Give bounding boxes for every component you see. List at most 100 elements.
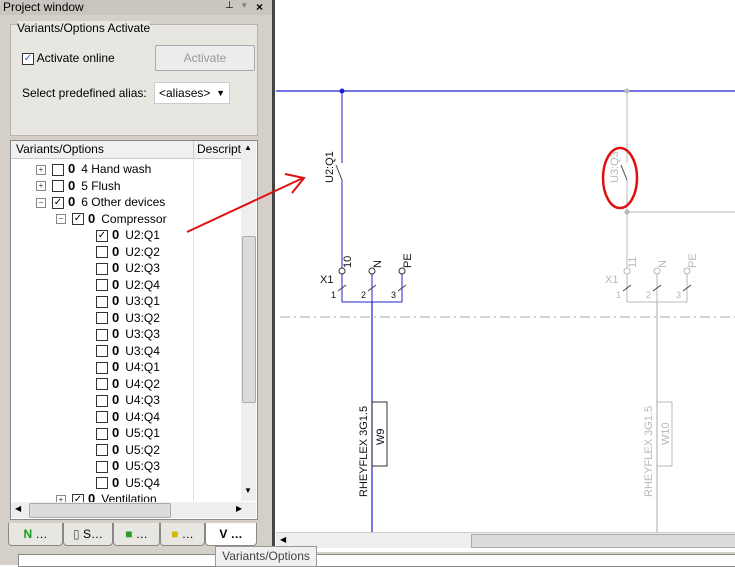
scroll-thumb[interactable] — [471, 534, 735, 548]
checkbox[interactable]: ✓ — [72, 213, 84, 226]
dropdown-icon[interactable]: ▾ — [242, 0, 247, 11]
activation-group: Variants/Options Activate — [10, 21, 258, 136]
terminal — [683, 267, 691, 275]
variant-icon: 0 — [68, 177, 76, 193]
tree-item[interactable]: 0 U4:Q2 — [96, 376, 160, 392]
checkbox[interactable] — [52, 163, 64, 176]
scroll-down-icon[interactable]: ▼ — [244, 486, 252, 495]
pin-label: 1 — [616, 290, 621, 300]
tree-item[interactable]: − ✓ 0 Compressor — [56, 211, 167, 227]
tab[interactable]: V … — [205, 523, 257, 546]
tab-label: V … — [219, 527, 243, 541]
scroll-left-icon[interactable]: ◀ — [280, 535, 286, 544]
tree-item[interactable]: 0 U2:Q3 — [96, 260, 160, 276]
horizontal-scrollbar[interactable]: ◀ ▶ — [11, 502, 256, 518]
variant-icon: 0 — [112, 458, 120, 473]
tree-item[interactable]: 0 U5:Q4 — [96, 475, 160, 491]
variant-icon: 0 — [112, 227, 120, 242]
checkbox[interactable] — [96, 444, 108, 457]
variant-icon: 0 — [112, 474, 120, 490]
status-strip — [0, 552, 735, 567]
scroll-thumb[interactable] — [29, 503, 171, 518]
close-icon[interactable]: × — [256, 0, 263, 14]
scroll-up-icon[interactable]: ▲ — [244, 143, 252, 152]
tree-item[interactable]: +0 4 Hand wash — [36, 161, 151, 177]
checkbox[interactable] — [96, 411, 108, 424]
tree-item[interactable]: 0 U4:Q4 — [96, 409, 160, 425]
tab[interactable]: N … — [8, 523, 63, 546]
tree-item[interactable]: 0 U5:Q3 — [96, 458, 160, 474]
splitter[interactable] — [272, 0, 275, 552]
pin-tick — [337, 284, 347, 292]
tree-item-label: U5:Q3 — [125, 459, 160, 473]
checkbox[interactable] — [96, 279, 108, 292]
tree-item[interactable]: ✓ 0 U2:Q1 — [96, 227, 160, 243]
terminal-label: 11 — [627, 257, 639, 268]
expand-icon[interactable]: + — [36, 181, 46, 192]
checkbox[interactable] — [96, 394, 108, 407]
column-variants[interactable]: Variants/Options — [16, 142, 104, 156]
column-description[interactable]: Descriptic — [197, 142, 241, 156]
variant-icon: 0 — [112, 276, 120, 292]
variant-icon: 0 — [88, 210, 96, 226]
alias-label: Select predefined alias: — [22, 86, 147, 100]
pin-icon[interactable]: ⊥ — [225, 0, 234, 11]
tree-item-label: U5:Q2 — [125, 442, 160, 457]
tab-label: … — [35, 527, 48, 541]
tree-item[interactable]: 0 U3:Q2 — [96, 310, 160, 326]
group-title: Variants/Options Activate — [17, 21, 151, 35]
alias-select[interactable]: <aliases> ▼ — [154, 82, 230, 104]
checkbox[interactable] — [96, 312, 108, 325]
scroll-left-icon[interactable]: ◀ — [15, 504, 21, 513]
tree-item[interactable]: 0 U2:Q2 — [96, 244, 160, 260]
checkbox[interactable]: ✓ — [22, 52, 34, 65]
checkbox[interactable] — [96, 460, 108, 473]
tree-item-label: U3:Q1 — [125, 294, 160, 308]
checkbox[interactable] — [96, 427, 108, 440]
collapse-icon[interactable]: − — [56, 214, 66, 225]
variant-icon: 0 — [68, 194, 76, 209]
activate-online-checkbox[interactable]: ✓ Activate online — [22, 51, 115, 65]
tree-item[interactable]: 0 U2:Q4 — [96, 277, 160, 293]
checkbox[interactable] — [96, 328, 108, 341]
variant-icon: 0 — [68, 161, 76, 176]
tree-item[interactable]: 0 U3:Q3 — [96, 326, 160, 342]
tree-item[interactable]: 0 U5:Q1 — [96, 425, 160, 441]
checkbox[interactable] — [52, 180, 64, 193]
checkbox[interactable]: ✓ — [96, 229, 108, 242]
checkbox[interactable] — [96, 477, 108, 490]
command-input[interactable] — [18, 554, 735, 567]
vertical-scrollbar[interactable]: ▲ ▼ — [241, 141, 256, 501]
checkbox[interactable] — [96, 295, 108, 308]
checkbox[interactable] — [96, 378, 108, 391]
tab[interactable]: ■ … — [113, 523, 160, 546]
tab[interactable]: ▯ S… — [63, 523, 113, 546]
cable-label: W10 — [660, 422, 672, 445]
variant-icon: 0 — [112, 375, 120, 391]
variant-icon: 0 — [112, 342, 120, 358]
tree-item[interactable]: 0 U3:Q4 — [96, 343, 160, 359]
tree-item-label: U3:Q4 — [125, 343, 160, 358]
tree-item[interactable]: +0 5 Flush — [36, 178, 121, 194]
switch-contact — [620, 164, 628, 181]
variant-icon: 0 — [112, 243, 120, 259]
scroll-right-icon[interactable]: ▶ — [236, 504, 242, 513]
activate-button[interactable]: Activate — [155, 45, 255, 71]
tree-item[interactable]: 0 U4:Q3 — [96, 392, 160, 408]
checkbox[interactable] — [96, 361, 108, 374]
tree-item[interactable]: 0 U5:Q2 — [96, 442, 160, 458]
tree-item[interactable]: 0 U3:Q1 — [96, 293, 160, 309]
collapse-icon[interactable]: − — [36, 197, 46, 208]
cable-box — [656, 401, 673, 467]
highlight-ellipse — [601, 146, 639, 210]
tree-item[interactable]: 0 U4:Q1 — [96, 359, 160, 375]
tab[interactable]: ■ … — [160, 523, 205, 546]
tree-item[interactable]: − ✓ 0 6 Other devices — [36, 194, 165, 210]
expand-icon[interactable]: + — [36, 164, 46, 175]
checkbox[interactable] — [96, 345, 108, 358]
canvas-horizontal-scrollbar[interactable]: ◀ — [276, 532, 735, 548]
scroll-thumb[interactable] — [242, 236, 256, 403]
checkbox[interactable] — [96, 262, 108, 275]
checkbox[interactable]: ✓ — [52, 196, 64, 209]
checkbox[interactable] — [96, 246, 108, 259]
